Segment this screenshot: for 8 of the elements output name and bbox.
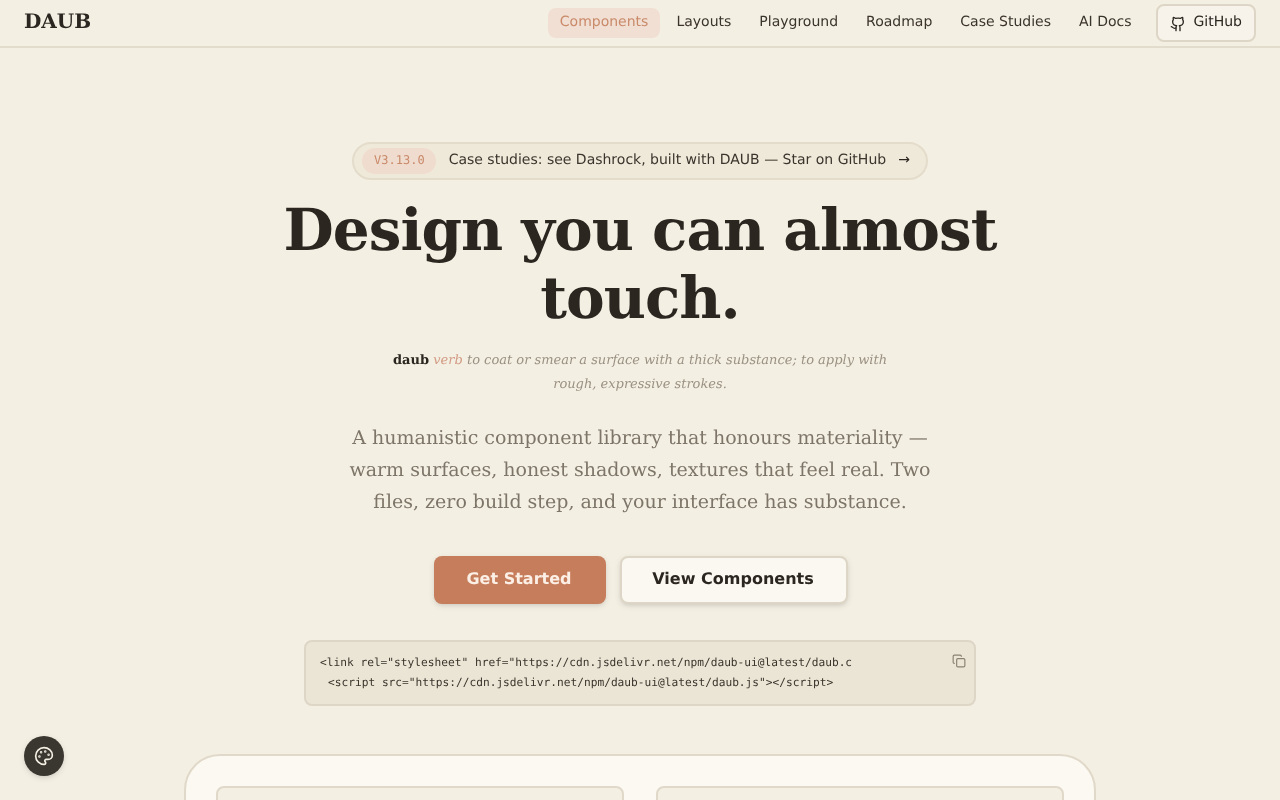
theme-button[interactable] xyxy=(24,736,64,776)
hero-title: Design you can almost touch. xyxy=(283,196,997,332)
lead-paragraph: A humanistic component library that honours materiality — warm surfaces, honest shadows, textures that feel real. Two files, zero build step, and your interface has substance. xyxy=(347,426,933,518)
view-components-button[interactable]: View Components xyxy=(619,556,847,604)
logo[interactable]: DAUB xyxy=(24,8,92,38)
github-icon xyxy=(1169,15,1186,31)
palette-icon xyxy=(34,746,54,766)
copy-icon[interactable] xyxy=(952,654,966,668)
